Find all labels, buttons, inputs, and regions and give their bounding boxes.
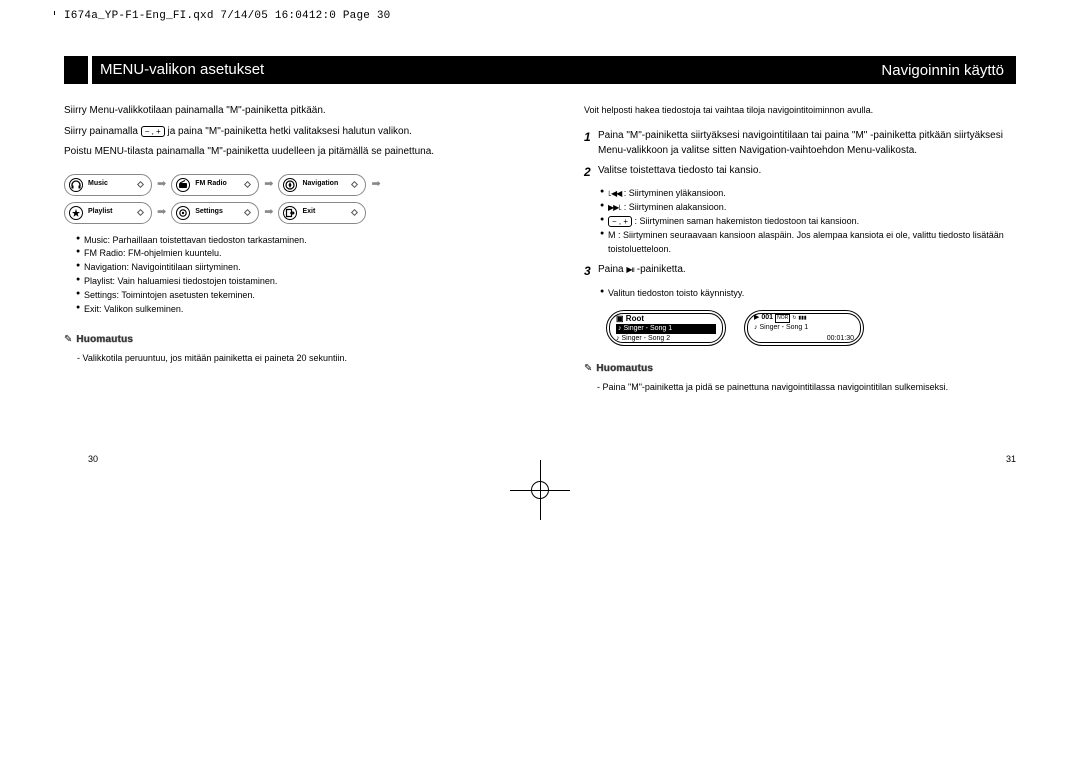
step3-items: Valitun tiedoston toisto käynnistyy. — [600, 287, 1016, 301]
sub-item-text: : Siirtyminen saman hakemiston tiedostoo… — [635, 216, 860, 226]
sub-item: ▶▶꜖ : Siirtyminen alakansioon. — [600, 201, 1016, 215]
headphones-icon — [69, 178, 83, 192]
step-2: 2 Valitse toistettava tiedosto tai kansi… — [584, 164, 1016, 181]
eq-badge: NOR — [775, 314, 790, 323]
dev-title: Root — [626, 314, 644, 323]
folder-icon: ▣ — [616, 314, 624, 323]
menu-pills: Music ➡ FM Radio ➡ Navigation ➡ Playlist… — [64, 174, 496, 224]
pill-settings: Settings — [171, 202, 259, 224]
dev-row1: Singer - Song 1 — [624, 324, 673, 334]
sub-item: ꜖◀◀ : Siirtyminen yläkansioon. — [600, 187, 1016, 201]
note-heading: ✎ Huomautus — [584, 362, 1016, 377]
play-pause-icon: ▶ıı — [626, 264, 634, 276]
forward-icon: ▶▶꜖ — [608, 202, 621, 214]
pill-settings-label: Settings — [195, 207, 245, 217]
compass-icon — [283, 178, 297, 192]
s3a: Paina — [598, 264, 626, 275]
dev-row2: Singer - Song 2 — [622, 334, 671, 344]
device-browser: ▣ Root ♪ Singer - Song 1 ♪ Singer - Song… — [606, 310, 726, 346]
arrow-icon: ➡ — [157, 205, 166, 221]
page-left: Siirry Menu-valikkotilaan painamalla "M"… — [64, 104, 540, 394]
note-text: - Paina "M"-painiketta ja pidä se painet… — [584, 381, 1016, 394]
pill-exit-label: Exit — [302, 207, 352, 217]
pill-music: Music — [64, 174, 152, 196]
step-number: 3 — [584, 263, 598, 280]
pill-playlist-label: Playlist — [88, 207, 138, 217]
bullet-item: Navigation: Navigointitilaan siirtyminen… — [76, 261, 496, 275]
arrow-icon: ➡ — [264, 205, 273, 221]
pencil-icon: ✎ — [64, 333, 72, 348]
intro: Voit helposti hakea tiedostoja tai vaiht… — [584, 104, 1016, 117]
step-text: Paina "M"-painiketta siirtyäksesi navigo… — [598, 129, 1016, 158]
sub-item: M : Siirtyminen seuraavaan kansioon alas… — [600, 229, 1016, 257]
lead-p2: Siirry painamalla − , + ja paina "M"-pai… — [64, 125, 496, 140]
song-name: Singer - Song 1 — [760, 323, 809, 333]
p2b: ja paina "M"-painiketta hetki valitakses… — [168, 126, 412, 137]
pencil-icon: ✎ — [584, 362, 592, 377]
play-icon: ▶ — [754, 313, 759, 323]
page-right: Voit helposti hakea tiedostoja tai vaiht… — [540, 104, 1016, 394]
step-3: 3 Paina ▶ıı -painiketta. — [584, 263, 1016, 280]
title-left: MENU-valikon asetukset — [64, 56, 264, 84]
note-text: - Valikkotila peruuntuu, jos mitään pain… — [64, 352, 496, 365]
bullet-item: FM Radio: FM-ohjelmien kuuntelu. — [76, 247, 496, 261]
rewind-icon: ꜖◀◀ — [608, 188, 621, 200]
step-number: 2 — [584, 164, 598, 181]
pill-exit: Exit — [278, 202, 366, 224]
title-right: Navigoinnin käyttö — [881, 62, 1008, 79]
note-icon: ♪ — [618, 324, 622, 334]
file-meta: I674a_YP-F1-Eng_FI.qxd 7/14/05 16:0412:0… — [0, 0, 1080, 22]
step-text: Valitse toistettava tiedosto tai kansio. — [598, 164, 761, 181]
radio-icon — [176, 178, 190, 192]
note-title: Huomautus — [76, 333, 133, 348]
sub-item: Valitun tiedoston toisto käynnistyy. — [600, 287, 1016, 301]
sub-item-text: : Siirtyminen alakansioon. — [624, 202, 727, 212]
step-1: 1 Paina "M"-painiketta siirtyäksesi navi… — [584, 129, 1016, 158]
bullet-item: Music: Parhaillaan toistettavan tiedosto… — [76, 234, 496, 248]
crop-mark-icon — [510, 460, 570, 520]
minus-plus-icon: − , + — [141, 126, 165, 137]
note-icon: ♪ — [754, 323, 758, 333]
step-number: 1 — [584, 129, 598, 158]
arrow-icon: ➡ — [264, 177, 273, 193]
s3b: -painiketta. — [634, 264, 686, 275]
left-bullets: Music: Parhaillaan toistettavan tiedosto… — [76, 234, 496, 318]
title-bar: MENU-valikon asetukset Navigoinnin käytt… — [64, 56, 1016, 84]
title-left-text: MENU-valikon asetukset — [100, 61, 264, 78]
pill-navigation: Navigation — [278, 174, 366, 196]
device-playing: ▶001 NOR ↻ ▮▮▮ ♪ Singer - Song 1 00:01:3… — [744, 310, 864, 346]
arrow-icon: ➡ — [371, 177, 380, 193]
arrow-icon: ➡ — [157, 177, 166, 193]
pill-playlist: Playlist — [64, 202, 152, 224]
step-text: Paina ▶ıı -painiketta. — [598, 263, 686, 280]
pill-navigation-label: Navigation — [302, 179, 352, 189]
p2a: Siirry painamalla — [64, 126, 141, 137]
repeat-icon: ↻ — [792, 315, 796, 322]
step2-items: ꜖◀◀ : Siirtyminen yläkansioon. ▶▶꜖ : Sii… — [600, 187, 1016, 257]
lead-p3: Poistu MENU-tilasta painamalla "M"-paini… — [64, 145, 496, 160]
sub-item-text: : Siirtyminen yläkansioon. — [624, 188, 726, 198]
minus-plus-icon: − , + — [608, 216, 632, 227]
lead-p1: Siirry Menu-valikkotilaan painamalla "M"… — [64, 104, 496, 119]
bullet-item: Playlist: Vain haluamiesi tiedostojen to… — [76, 275, 496, 289]
page-number-left: 30 — [88, 454, 98, 464]
battery-icon: ▮▮▮ — [798, 315, 806, 322]
gear-icon — [176, 206, 190, 220]
device-screens: ▣ Root ♪ Singer - Song 1 ♪ Singer - Song… — [606, 310, 1016, 346]
elapsed-time: 00:01:30 — [754, 334, 854, 344]
bullet-item: Exit: Valikon sulkeminen. — [76, 303, 496, 317]
star-icon — [69, 206, 83, 220]
pill-fmradio: FM Radio — [171, 174, 259, 196]
pill-fmradio-label: FM Radio — [195, 179, 245, 189]
exit-icon — [283, 206, 297, 220]
note-icon: ♪ — [616, 334, 620, 344]
track-no: 001 — [761, 313, 773, 323]
note-heading: ✎ Huomautus — [64, 333, 496, 348]
page-number-right: 31 — [1006, 454, 1016, 464]
sub-item: − , + : Siirtyminen saman hakemiston tie… — [600, 215, 1016, 229]
pill-music-label: Music — [88, 179, 138, 189]
note-title: Huomautus — [596, 362, 653, 377]
bullet-item: Settings: Toimintojen asetusten tekemine… — [76, 289, 496, 303]
